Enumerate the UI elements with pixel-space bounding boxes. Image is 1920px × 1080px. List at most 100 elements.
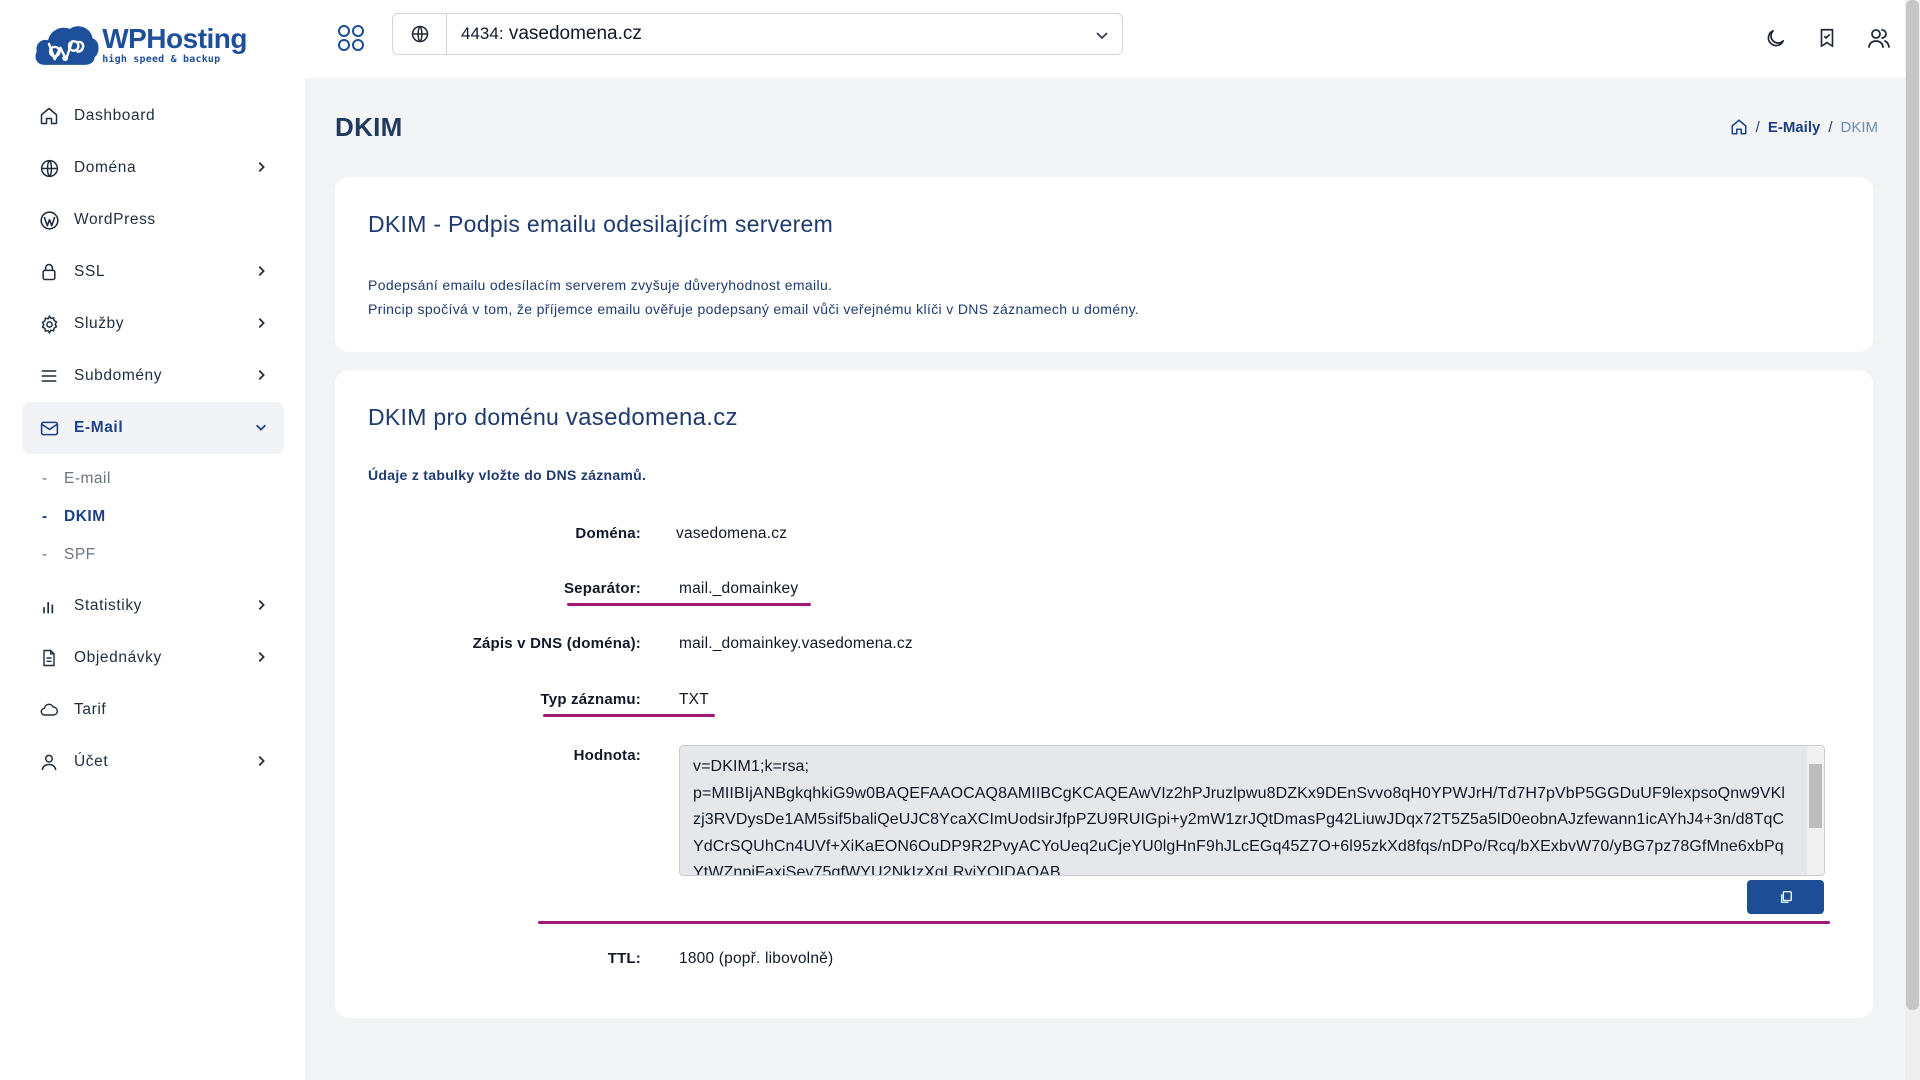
dkim-title-domain: vasedomena.cz	[565, 404, 738, 431]
sidebar-item-ucet[interactable]: Účet	[22, 736, 284, 788]
home-icon[interactable]	[1730, 118, 1748, 136]
menu-icon	[38, 365, 60, 387]
topbar-actions	[1749, 22, 1905, 54]
sidebar-item-domena[interactable]: Doména	[22, 142, 284, 194]
theme-toggle-button[interactable]	[1749, 22, 1801, 54]
separator-label: Separátor:	[563, 580, 641, 597]
dkim-title-prefix: DKIM pro doménu	[368, 404, 560, 430]
sidebar-subitem-dkim[interactable]: - DKIM	[42, 498, 284, 536]
sidebar-subitem-email[interactable]: - E-mail	[42, 460, 284, 498]
dns-value: mail._domainkey.vasedomena.cz	[679, 635, 913, 652]
sub-item-label: E-mail	[64, 470, 111, 487]
chevron-down-icon	[1096, 32, 1108, 40]
page-scrollbar[interactable]	[1905, 0, 1920, 1080]
breadcrumb-link-emaily[interactable]: E-Maily	[1768, 119, 1821, 136]
copy-value-button[interactable]	[1747, 880, 1824, 914]
domain-globe	[393, 14, 447, 54]
type-label: Typ záznamu:	[540, 691, 641, 708]
sidebar: WPHosting high speed & backup Dashboard …	[0, 0, 305, 1080]
hodnota-highlight-underline	[538, 921, 1830, 924]
sidebar-item-label: Dashboard	[74, 107, 156, 124]
dkim-value-textarea[interactable]: v=DKIM1;k=rsa; p=MIIBIjANBgkqhkiG9w0BAQE…	[679, 745, 1825, 876]
users-button[interactable]	[1853, 22, 1905, 54]
chevron-right-icon	[258, 600, 265, 610]
textarea-scrollbar[interactable]	[1807, 746, 1824, 875]
dkim-title: DKIM pro doménu vasedomena.cz	[368, 404, 738, 432]
apps-grid-button[interactable]	[335, 22, 367, 54]
chevron-right-icon	[258, 162, 265, 172]
sidebar-item-dashboard[interactable]: Dashboard	[22, 90, 284, 142]
cloud-logo-icon	[35, 26, 99, 65]
sidebar-item-label: Služby	[74, 315, 125, 332]
bookmark-icon	[1820, 28, 1834, 48]
cloud-icon	[38, 699, 60, 721]
sidebar-item-tarif[interactable]: Tarif	[22, 684, 284, 736]
textarea-scroll-thumb[interactable]	[1809, 764, 1822, 828]
dkim-note: Údaje z tabulky vložte do DNS záznamů.	[368, 467, 647, 483]
type-highlight-underline	[543, 714, 715, 717]
sub-item-dash: -	[42, 470, 48, 487]
chevron-down-icon	[256, 424, 266, 431]
user-icon	[38, 751, 60, 773]
brand-subtitle: high speed & backup	[102, 54, 221, 65]
topbar: 4434: vasedomena.cz	[305, 0, 1905, 78]
separator-value: mail._domainkey	[679, 580, 799, 597]
intro-card: DKIM - Podpis emailu odesilajícím server…	[335, 177, 1873, 352]
breadcrumb: / E-Maily / DKIM	[1730, 118, 1878, 136]
intro-line-1: Podepsání emailu odesílacím serverem zvy…	[368, 277, 833, 293]
ttl-value: 1800 (popř. libovolně)	[679, 950, 834, 967]
sub-item-label: DKIM	[64, 508, 106, 525]
sidebar-item-label: Objednávky	[74, 649, 162, 666]
sidebar-item-label: E-Mail	[74, 419, 124, 436]
bookmarks-button[interactable]	[1801, 22, 1853, 54]
wordpress-icon	[38, 209, 60, 231]
logo[interactable]: WPHosting high speed & backup	[32, 18, 247, 72]
copy-icon	[1780, 891, 1792, 903]
sidebar-item-ssl[interactable]: SSL	[22, 246, 284, 298]
sidebar-item-sluzby[interactable]: Služby	[22, 298, 284, 350]
breadcrumb-separator: /	[1828, 118, 1833, 136]
globe-icon	[411, 25, 428, 43]
breadcrumb-separator: /	[1755, 118, 1760, 136]
dkim-value-text: v=DKIM1;k=rsa; p=MIIBIjANBgkqhkiG9w0BAQE…	[693, 758, 1786, 876]
brand-title: WPHosting	[102, 23, 247, 54]
sidebar-item-statistiky[interactable]: Statistiky	[22, 580, 284, 632]
sidebar-item-label: WordPress	[74, 211, 156, 228]
gear-icon	[38, 313, 60, 335]
sidebar-item-label: Tarif	[74, 701, 107, 718]
sidebar-item-label: Účet	[74, 753, 109, 770]
separator-highlight-underline	[567, 603, 811, 606]
domain-select-value: 4434: vasedomena.cz	[447, 23, 642, 45]
chevron-right-icon	[258, 756, 265, 766]
page-title: DKIM	[335, 112, 403, 142]
type-value: TXT	[679, 691, 709, 708]
moon-icon	[1767, 29, 1784, 46]
sidebar-item-label: SSL	[74, 263, 106, 280]
sidebar-item-email[interactable]: E-Mail	[22, 402, 284, 454]
apps-grid-icon	[338, 25, 364, 51]
intro-text: Podepsání emailu odesílacím serverem zvy…	[368, 273, 1139, 321]
sidebar-item-label: Statistiky	[74, 597, 143, 614]
sidebar-item-wordpress[interactable]: WordPress	[22, 194, 284, 246]
sidebar-subitem-spf[interactable]: - SPF	[42, 536, 284, 574]
page-scroll-thumb[interactable]	[1906, 0, 1919, 1010]
document-icon	[38, 647, 60, 669]
chevron-right-icon	[258, 370, 265, 380]
domain-name: vasedomena.cz	[508, 23, 642, 44]
intro-line-2: Princip spočívá v tom, že příjemce email…	[368, 301, 1140, 317]
sub-item-label: SPF	[64, 546, 96, 563]
chevron-right-icon	[258, 318, 265, 328]
chevron-right-icon	[258, 652, 265, 662]
domain-select[interactable]: 4434: vasedomena.cz	[392, 13, 1123, 55]
users-icon	[1868, 29, 1890, 48]
sidebar-item-subdomeny[interactable]: Subdomény	[22, 350, 284, 402]
chevron-right-icon	[258, 266, 265, 276]
domain-label: Doména:	[575, 525, 641, 542]
ttl-label: TTL:	[607, 950, 641, 967]
sidebar-item-label: Doména	[74, 159, 137, 176]
globe-icon	[38, 157, 60, 179]
sidebar-item-label: Subdomény	[74, 367, 163, 384]
sidebar-item-objednavky[interactable]: Objednávky	[22, 632, 284, 684]
home-icon	[38, 105, 60, 127]
domain-id: 4434:	[461, 24, 504, 43]
